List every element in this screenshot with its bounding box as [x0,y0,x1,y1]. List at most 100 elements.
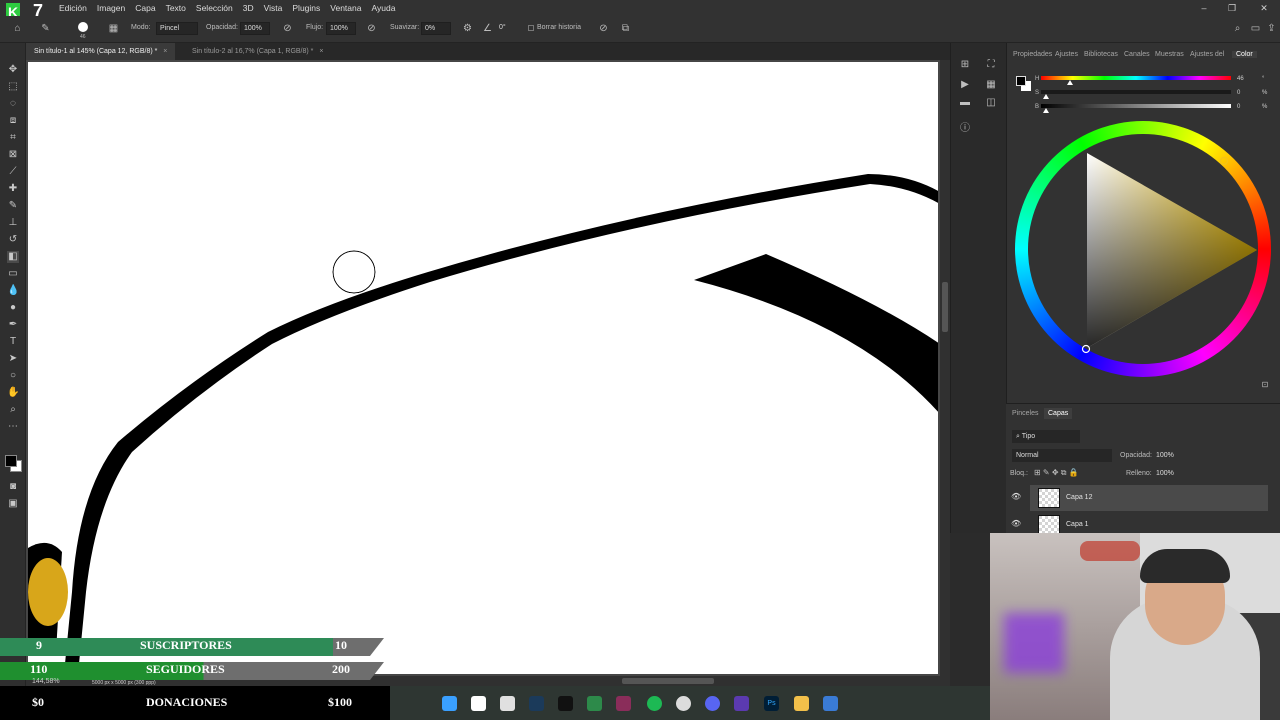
stamp-tool-icon[interactable]: ⊥ [7,217,19,229]
shape-tool-icon[interactable]: ○ [7,370,19,382]
tab-close-icon[interactable]: × [163,48,167,55]
menu-capa[interactable]: Capa [130,0,160,16]
close-icon[interactable]: ✕ [1250,0,1278,16]
hand-tool-icon[interactable]: ✋ [7,387,19,399]
menu-vista[interactable]: Vista [259,0,288,16]
pen-tool-icon[interactable]: ✒ [7,319,19,331]
fill-value[interactable]: 100% [1156,470,1174,477]
healing-tool-icon[interactable]: ✚ [7,183,19,195]
navigator-icon[interactable]: ⛶ [985,59,997,71]
layer-opacity-value[interactable]: 100% [1156,452,1174,459]
gradient-tool-icon[interactable]: ▭ [7,268,19,280]
minimize-icon[interactable]: – [1190,0,1218,16]
workspace-icon[interactable]: ▭ [1250,23,1261,34]
tiktok-icon[interactable] [558,696,573,711]
brush-preview-icon[interactable] [78,22,88,32]
menu-edicion[interactable]: Edición [54,0,92,16]
layer-row[interactable]: Capa 12 [1030,485,1268,511]
share-icon[interactable]: ⇪ [1266,23,1277,34]
frame-tool-icon[interactable]: ⊠ [7,149,19,161]
angle-input[interactable]: 0° [496,22,518,35]
layer-visibility-icon[interactable]: 👁 [1011,519,1021,528]
menu-plugins[interactable]: Plugins [287,0,325,16]
dodge-tool-icon[interactable]: ● [7,302,19,314]
gear-icon[interactable]: ⚙ [462,23,473,34]
play-icon[interactable]: ▶ [959,79,971,91]
layer-opacity-label: Opacidad: [1120,452,1152,459]
color-triangle[interactable] [1007,43,1280,403]
discord-icon[interactable] [705,696,720,711]
pressure-opacity-icon[interactable]: ⊘ [282,23,293,34]
swatch-icon[interactable]: ◫ [985,97,997,109]
app-icon[interactable] [734,696,749,711]
history-icon[interactable]: ⊞ [959,59,971,71]
menu-imagen[interactable]: Imagen [92,0,130,16]
menu-3d[interactable]: 3D [238,0,259,16]
document-canvas[interactable] [28,62,938,674]
brush-tool-icon[interactable]: ✎ [7,200,19,212]
mode-select[interactable]: Pincel [156,22,198,35]
lock-icons[interactable]: ⊞ ✎ ✥ ⧉ 🔒 [1034,468,1079,478]
path-select-tool-icon[interactable]: ➤ [7,353,19,365]
history-brush-tool-icon[interactable]: ↺ [7,234,19,246]
eraser-tool-icon[interactable]: ◧ [7,251,19,263]
crop-tool-icon[interactable]: ⌗ [7,132,19,144]
type-tool-icon[interactable]: T [7,336,19,348]
blur-tool-icon[interactable]: 💧 [7,285,19,297]
steam-icon[interactable] [529,696,544,711]
glyph-icon[interactable]: ▦ [985,79,997,91]
spotify-icon[interactable] [647,696,662,711]
lasso-tool-icon[interactable]: ◌ [7,98,19,110]
flow-input[interactable]: 100% [326,22,356,35]
menu-texto[interactable]: Texto [161,0,191,16]
menu-ventana[interactable]: Ventana [325,0,366,16]
move-tool-icon[interactable]: ✥ [7,64,19,76]
symmetry-icon[interactable]: ⧉ [620,23,631,34]
opacity-input[interactable]: 100% [240,22,270,35]
canvas-area[interactable] [26,60,950,686]
comment-icon[interactable]: ▬ [959,97,971,109]
app-logo[interactable]: K 7 [0,0,43,21]
layer-visibility-icon[interactable]: 👁 [1011,492,1021,501]
brush-settings-icon[interactable]: ▦ [108,23,119,34]
layer-filter-select[interactable]: ⌕ Tipo [1012,430,1080,443]
maximize-icon[interactable]: ❐ [1218,0,1246,16]
app-icon[interactable] [823,696,838,711]
more-tools-icon[interactable]: ⋯ [7,421,19,433]
eyedropper-tool-icon[interactable]: ⟋ [7,166,19,178]
object-select-tool-icon[interactable]: ⧈ [7,115,19,127]
app-icon[interactable] [587,696,602,711]
photoshop-icon[interactable]: Ps [764,696,779,711]
tab-document-2[interactable]: Sin título-2 al 16,7% (Capa 1, RGB/8) * … [184,43,331,60]
brush-size: 46 [80,34,86,40]
menu-seleccion[interactable]: Selección [191,0,238,16]
search-icon[interactable]: ⌕ [1232,23,1243,34]
tab-close-icon[interactable]: × [319,48,323,55]
foreground-color-swatch[interactable] [5,455,17,467]
pressure-size-icon[interactable]: ⊘ [598,23,609,34]
tab-pinceles[interactable]: Pinceles [1012,410,1038,417]
expand-panel-icon[interactable]: ⊡ [1259,379,1271,391]
home-icon[interactable]: ⌂ [12,23,23,34]
windows-icon[interactable] [442,696,457,711]
eraser-tool-icon[interactable]: ✎ [40,23,51,34]
screen-mode-icon[interactable]: ▣ [7,498,19,510]
info-icon[interactable]: ⓘ [959,123,971,135]
search-icon[interactable] [471,696,486,711]
marquee-tool-icon[interactable]: ⬚ [7,81,19,93]
app-icon[interactable] [616,696,631,711]
quick-mask-icon[interactable]: ◙ [7,481,19,493]
menu-ayuda[interactable]: Ayuda [366,0,400,16]
vertical-scrollbar[interactable] [940,60,950,686]
blend-mode-select[interactable]: Normal [1012,449,1112,462]
zoom-tool-icon[interactable]: ⌕ [7,404,19,416]
angle-icon[interactable]: ∠ [482,23,493,34]
chrome-icon[interactable] [676,696,691,711]
store-icon[interactable] [500,696,515,711]
tab-capas[interactable]: Capas [1044,408,1073,419]
smooth-input[interactable]: 0% [421,22,451,35]
folder-icon[interactable] [794,696,809,711]
tab-document-1[interactable]: Sin título-1 al 145% (Capa 12, RGB/8) * … [26,43,176,60]
erase-history-checkbox[interactable] [528,25,534,31]
airbrush-icon[interactable]: ⊘ [366,23,377,34]
